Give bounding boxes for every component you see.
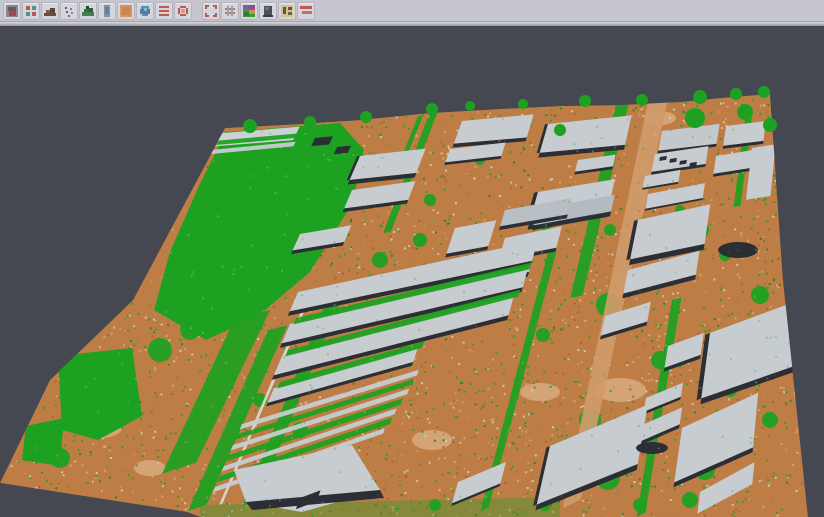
ortho-view-icon [118, 3, 134, 19]
toolbar-button-classify-points[interactable] [22, 2, 40, 20]
toolbar-button-layers[interactable] [155, 2, 173, 20]
point-cloud-icon [61, 3, 77, 19]
toolbar-button-ortho-view[interactable] [117, 2, 135, 20]
toolbar-button-shaded-sphere[interactable] [259, 2, 277, 20]
globe-3d-icon [137, 3, 153, 19]
toolbar-button-zoom-extents[interactable] [202, 2, 220, 20]
classification-colors-icon [241, 3, 257, 19]
shaded-sphere-icon [260, 3, 276, 19]
toolbar-button-profile-view[interactable] [98, 2, 116, 20]
toolbar-button-classification-colors[interactable] [240, 2, 258, 20]
toolbar [0, 0, 824, 21]
toolbar-button-coordinates-xy[interactable] [278, 2, 296, 20]
toolbar-button-settings-target[interactable] [174, 2, 192, 20]
app-window [0, 0, 824, 517]
viewport-3d[interactable] [0, 26, 824, 517]
toolbar-button-rotate-view[interactable] [3, 2, 21, 20]
toolbar-button-measure-lines[interactable] [297, 2, 315, 20]
point-cloud-scene [0, 26, 824, 517]
toolbar-button-tin-surface[interactable] [41, 2, 59, 20]
zoom-extents-icon [203, 3, 219, 19]
toolbar-separator [192, 2, 201, 20]
terrain-vegetation-icon [80, 3, 96, 19]
layers-icon [156, 3, 172, 19]
rotate-view-icon [4, 3, 20, 19]
toolbar-button-globe-3d[interactable] [136, 2, 154, 20]
grid-icon [222, 3, 238, 19]
measure-lines-icon [298, 3, 314, 19]
classify-points-icon [23, 3, 39, 19]
toolbar-button-terrain-vegetation[interactable] [79, 2, 97, 20]
toolbar-button-point-cloud[interactable] [60, 2, 78, 20]
tin-surface-icon [42, 3, 58, 19]
profile-view-icon [99, 3, 115, 19]
coordinates-xy-icon [279, 3, 295, 19]
settings-target-icon [175, 3, 191, 19]
toolbar-button-grid[interactable] [221, 2, 239, 20]
